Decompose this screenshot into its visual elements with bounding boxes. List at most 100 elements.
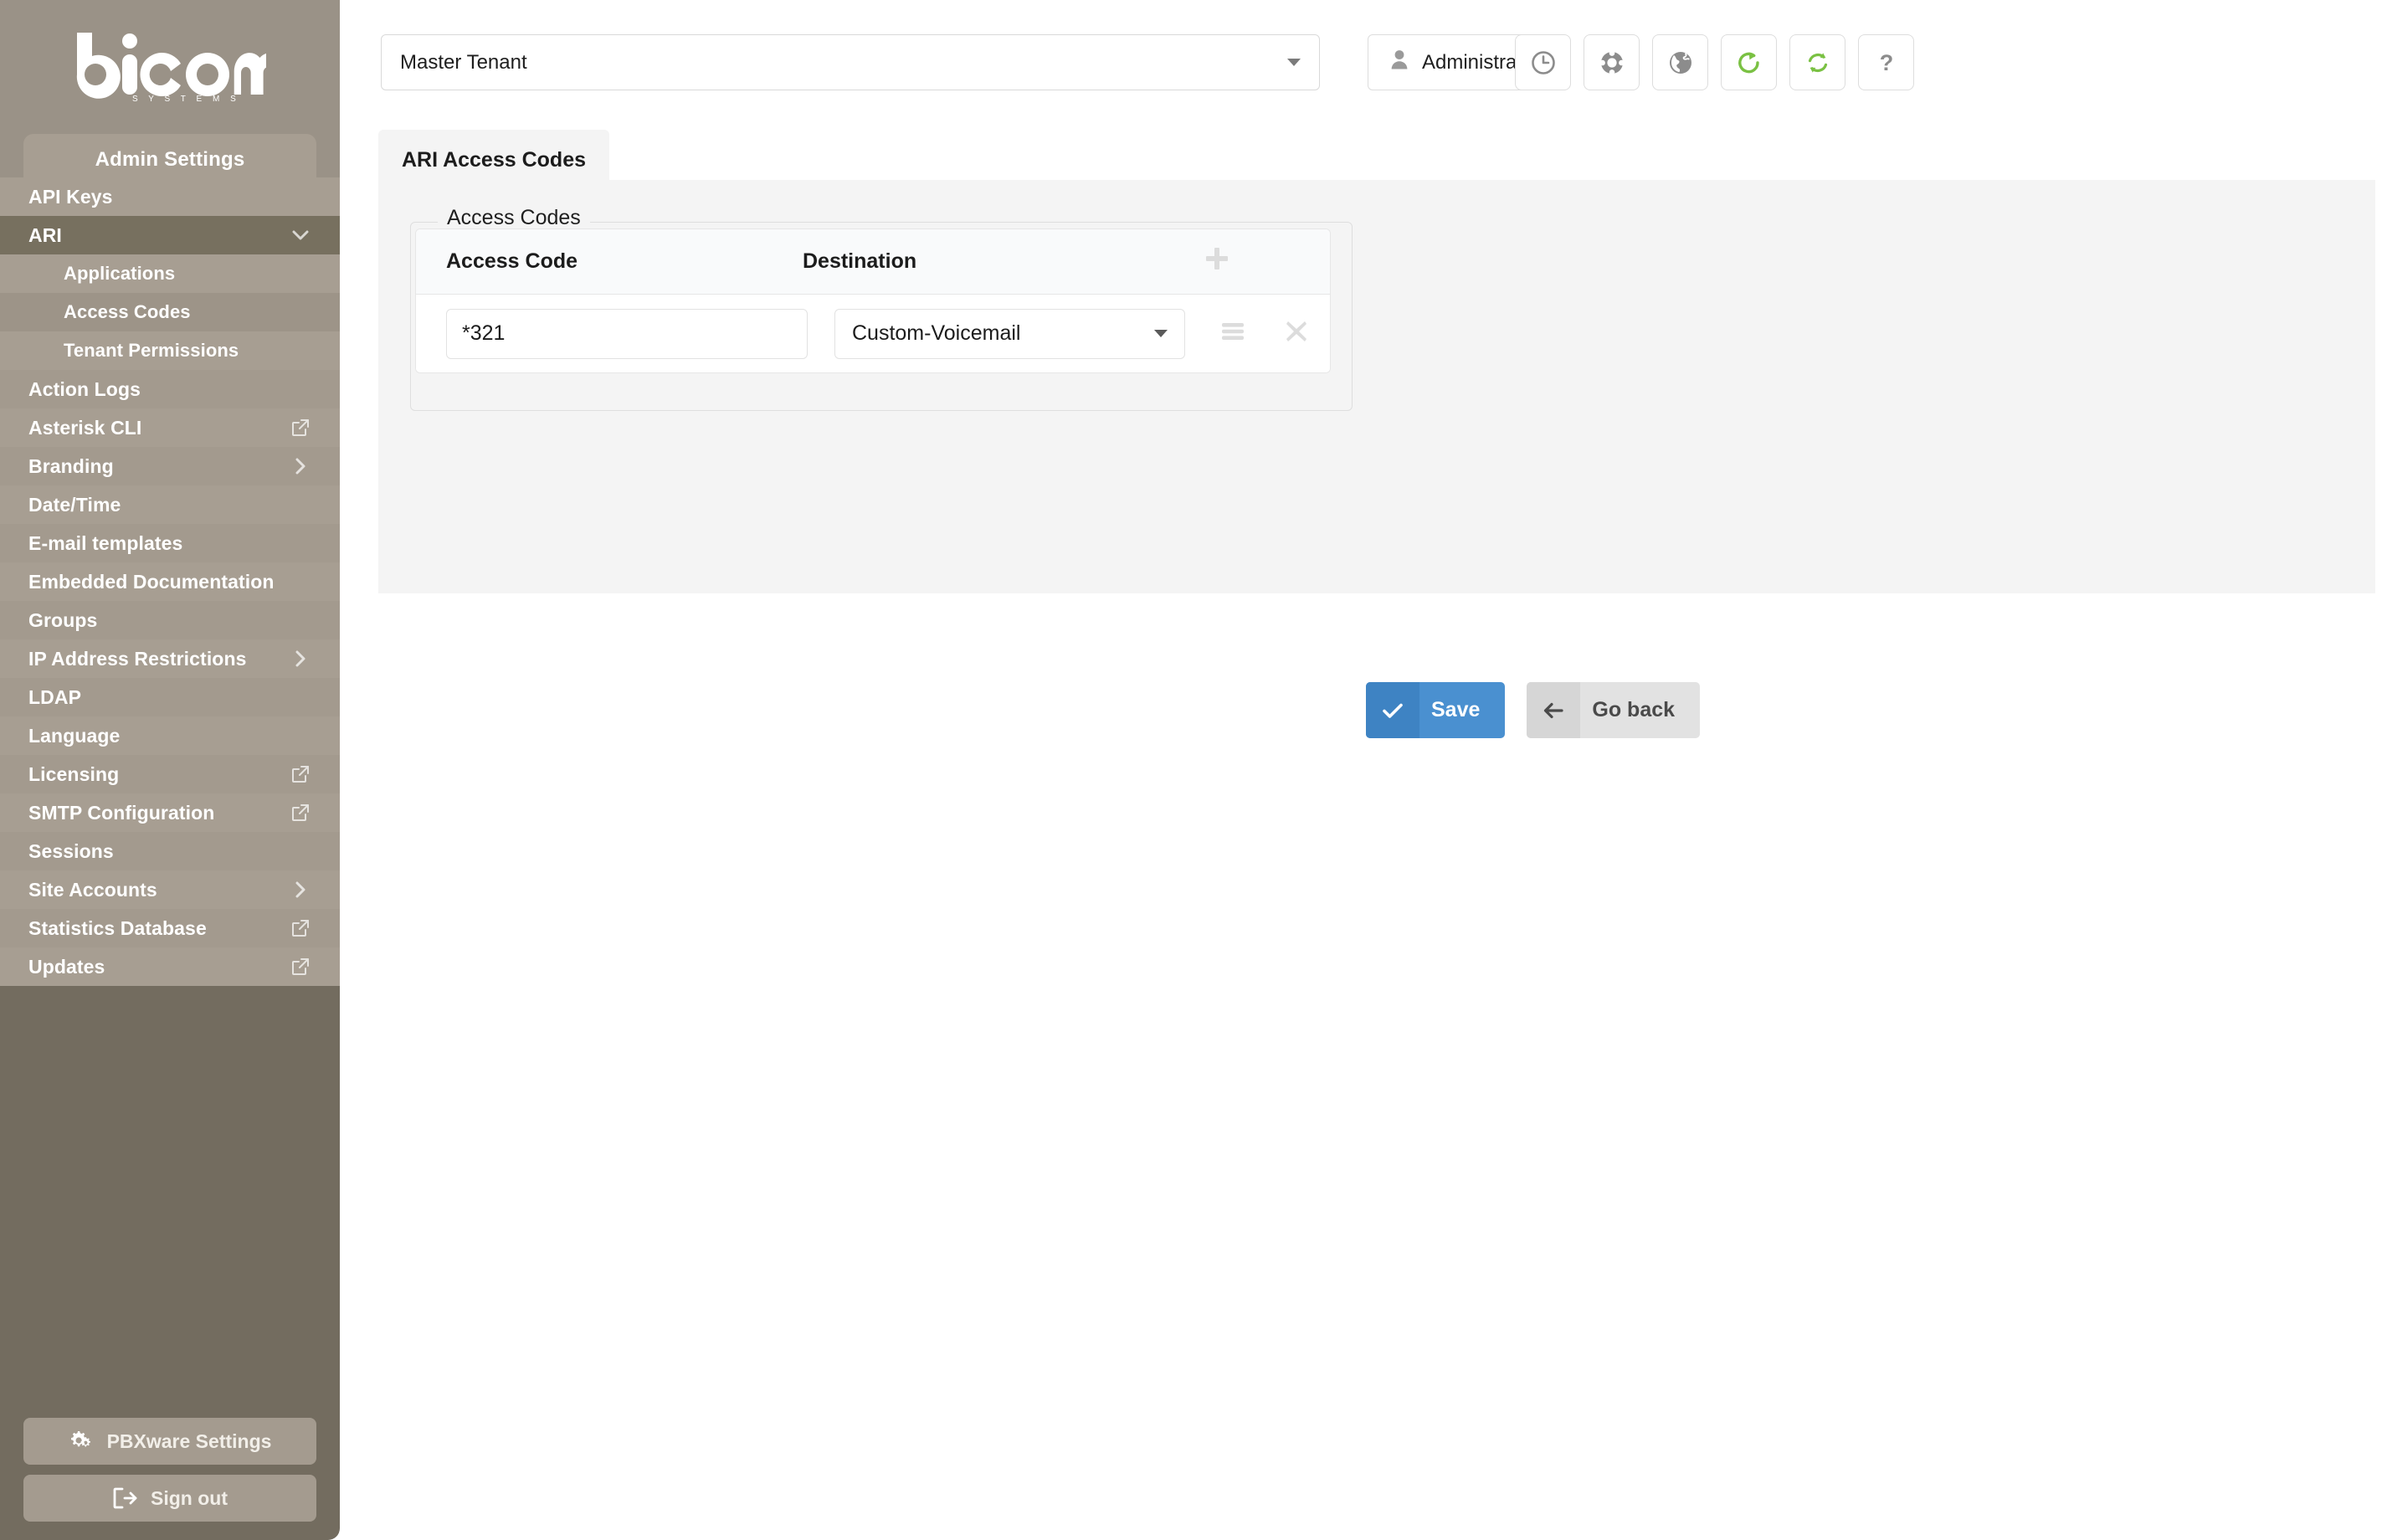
sidebar-item-label: Statistics Database	[28, 916, 207, 939]
tab-admin-settings-label: Admin Settings	[95, 148, 245, 171]
sidebar-item-action-logs[interactable]: Action Logs	[0, 370, 340, 408]
row-drag-handle[interactable]	[1210, 311, 1255, 357]
sidebar-item-label: Site Accounts	[28, 878, 157, 901]
globe-icon-button[interactable]	[1652, 34, 1708, 90]
sync-icon	[1804, 49, 1831, 76]
sidebar-item-language[interactable]: Language	[0, 716, 340, 755]
drag-handle-icon	[1220, 321, 1245, 346]
sidebar-item-ldap[interactable]: LDAP	[0, 678, 340, 716]
sync-icon-button[interactable]	[1789, 34, 1845, 90]
sidebar-item-applications[interactable]: Applications	[0, 254, 340, 293]
external-link-icon	[290, 956, 311, 978]
sidebar-footer: PBXware Settings Sign out	[0, 1408, 340, 1540]
sidebar-item-tenant-permissions[interactable]: Tenant Permissions	[0, 331, 340, 370]
reload-icon	[1736, 49, 1763, 76]
reload-icon-button[interactable]	[1721, 34, 1777, 90]
add-row-button[interactable]	[1188, 244, 1330, 279]
save-button[interactable]: Save	[1366, 682, 1506, 738]
chevron-down-icon	[1154, 330, 1168, 337]
plus-icon	[1203, 244, 1231, 279]
support-icon-button[interactable]	[1584, 34, 1640, 90]
external-link-icon	[290, 417, 311, 439]
sidebar-item-date-time[interactable]: Date/Time	[0, 485, 340, 524]
help-icon-button[interactable]: ?	[1858, 34, 1914, 90]
pbxware-settings-label: PBXware Settings	[106, 1430, 272, 1452]
clock-icon-button[interactable]	[1515, 34, 1571, 90]
sidebar-item-site-accounts[interactable]: Site Accounts	[0, 870, 340, 909]
column-header-access-code: Access Code	[446, 249, 578, 273]
sidebar-item-label: Updates	[28, 955, 105, 978]
sidebar: S Y S T E M S Admin Settings API Keys ARI…	[0, 0, 340, 1540]
top-bar: Master Tenant Administrator ?	[340, 0, 2387, 134]
sidebar-item-groups[interactable]: Groups	[0, 601, 340, 639]
sidebar-item-label: ARI	[28, 223, 62, 246]
chevron-right-icon	[290, 648, 311, 670]
chevron-down-icon	[1287, 59, 1301, 66]
sidebar-item-label: E-mail templates	[28, 531, 183, 554]
sidebar-item-smtp-configuration[interactable]: SMTP Configuration	[0, 793, 340, 832]
close-icon	[1284, 319, 1309, 348]
sidebar-item-label: Embedded Documentation	[28, 570, 275, 593]
sidebar-item-e-mail-templates[interactable]: E-mail templates	[0, 524, 340, 562]
svg-text:?: ?	[1879, 50, 1893, 75]
sidebar-item-label: Applications	[64, 263, 176, 284]
sidebar-item-sessions[interactable]: Sessions	[0, 832, 340, 870]
sidebar-item-label: Licensing	[28, 762, 120, 785]
sidebar-item-embedded-documentation[interactable]: Embedded Documentation	[0, 562, 340, 601]
topbar-icon-group: ?	[1515, 34, 1914, 90]
chevron-right-icon	[290, 455, 311, 477]
sidebar-item-branding[interactable]: Branding	[0, 447, 340, 485]
sidebar-item-label: LDAP	[28, 685, 82, 708]
sidebar-item-asterisk-cli[interactable]: Asterisk CLI	[0, 408, 340, 447]
sidebar-item-label: Language	[28, 724, 121, 747]
sidebar-item-label: Date/Time	[28, 493, 121, 516]
lifebuoy-icon	[1599, 49, 1625, 76]
globe-icon	[1667, 49, 1694, 76]
sidebar-item-label: Tenant Permissions	[64, 340, 239, 361]
svg-text:S Y S T E M S: S Y S T E M S	[132, 95, 240, 103]
external-link-icon	[290, 917, 311, 939]
sidebar-item-updates[interactable]: Updates	[0, 947, 340, 986]
table-header-row: Access Code Destination	[416, 229, 1330, 295]
tenant-select-value: Master Tenant	[400, 50, 527, 74]
help-icon: ?	[1873, 49, 1900, 76]
gears-icon	[69, 1430, 94, 1452]
sidebar-tab-strip: Admin Settings	[0, 134, 340, 186]
access-code-input[interactable]	[446, 308, 808, 359]
sign-out-icon	[112, 1486, 137, 1510]
sidebar-item-label: Action Logs	[28, 377, 141, 400]
sidebar-item-ip-address-restrictions[interactable]: IP Address Restrictions	[0, 639, 340, 678]
sidebar-item-access-codes[interactable]: Access Codes	[0, 293, 340, 331]
chevron-down-icon	[290, 224, 311, 246]
go-back-button-label: Go back	[1592, 698, 1676, 721]
sidebar-item-label: IP Address Restrictions	[28, 647, 247, 670]
delete-row-button[interactable]	[1274, 311, 1319, 357]
pbxware-settings-button[interactable]: PBXware Settings	[23, 1418, 316, 1465]
check-icon	[1366, 682, 1419, 738]
sidebar-nav: API Keys ARI Applications Access Codes Tenan…	[0, 177, 340, 986]
content-panel: Access Codes Access Code Destination Cus…	[378, 180, 2375, 738]
column-header-destination: Destination	[803, 249, 917, 273]
chevron-right-icon	[290, 879, 311, 901]
brand-logo: S Y S T E M S	[0, 0, 340, 134]
sidebar-item-api-keys[interactable]: API Keys	[0, 177, 340, 216]
sidebar-item-licensing[interactable]: Licensing	[0, 755, 340, 793]
destination-select-value: Custom-Voicemail	[852, 321, 1021, 345]
sidebar-item-label: Groups	[28, 608, 98, 631]
sidebar-item-statistics-database[interactable]: Statistics Database	[0, 909, 340, 947]
sidebar-item-label: API Keys	[28, 185, 113, 208]
sidebar-item-ari[interactable]: ARI	[0, 216, 340, 254]
tenant-select[interactable]: Master Tenant	[381, 34, 1320, 90]
go-back-button[interactable]: Go back	[1527, 682, 1701, 738]
tab-ari-access-codes-label: ARI Access Codes	[402, 147, 586, 172]
destination-select[interactable]: Custom-Voicemail	[834, 308, 1185, 359]
save-button-label: Save	[1431, 698, 1481, 721]
sign-out-button[interactable]: Sign out	[23, 1475, 316, 1522]
sidebar-item-label: Sessions	[28, 839, 114, 862]
sidebar-item-label: Asterisk CLI	[28, 416, 142, 439]
sidebar-item-label: Access Codes	[64, 301, 191, 322]
external-link-icon	[290, 763, 311, 785]
sidebar-item-label: Branding	[28, 454, 114, 477]
access-codes-table: Access Code Destination Custom-Voicemail	[415, 228, 1331, 373]
table-row: Custom-Voicemail	[416, 295, 1330, 372]
